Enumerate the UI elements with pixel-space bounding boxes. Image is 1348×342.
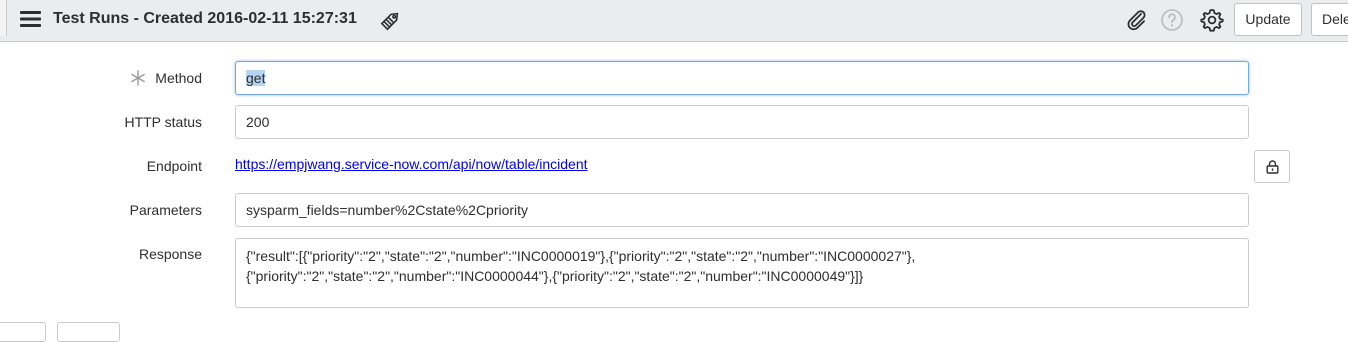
parameters-input[interactable]: sysparm_fields=number%2Cstate%2Cpriority — [235, 193, 1249, 227]
method-value: get — [246, 70, 266, 86]
endpoint-link[interactable]: https://empjwang.service-now.com/api/now… — [235, 156, 588, 172]
bottom-button-2[interactable] — [57, 322, 120, 342]
page-title: Test Runs - Created 2016-02-11 15:27:31 — [53, 10, 357, 27]
method-label: Method — [155, 70, 202, 86]
gear-icon[interactable] — [1199, 7, 1225, 33]
update-button[interactable]: Update — [1234, 3, 1302, 36]
form-header: Test Runs - Created 2016-02-11 15:27:31 … — [0, 0, 1348, 42]
endpoint-label: Endpoint — [146, 158, 202, 174]
http-status-label: HTTP status — [124, 114, 202, 130]
lock-icon — [1266, 160, 1279, 174]
delete-button[interactable]: Dele — [1311, 3, 1348, 36]
response-line-1: {"result":[{"priority":"2","state":"2","… — [246, 248, 916, 264]
method-input[interactable]: get — [235, 61, 1249, 95]
help-icon[interactable] — [1160, 8, 1184, 32]
menu-icon[interactable] — [20, 10, 41, 28]
http-status-input[interactable]: 200 — [235, 105, 1249, 139]
bottom-button-1[interactable] — [0, 322, 46, 342]
response-line-2: {"priority":"2","state":"2","number":"IN… — [246, 268, 864, 284]
tag-icon[interactable] — [378, 7, 404, 33]
response-textarea[interactable]: {"result":[{"priority":"2","state":"2","… — [235, 238, 1249, 308]
header-left-edge — [0, 0, 7, 36]
parameters-label: Parameters — [129, 202, 202, 218]
required-asterisk-icon — [131, 70, 145, 86]
response-label: Response — [138, 246, 202, 262]
unlock-endpoint-button[interactable] — [1254, 150, 1290, 183]
paperclip-icon[interactable] — [1124, 8, 1148, 32]
